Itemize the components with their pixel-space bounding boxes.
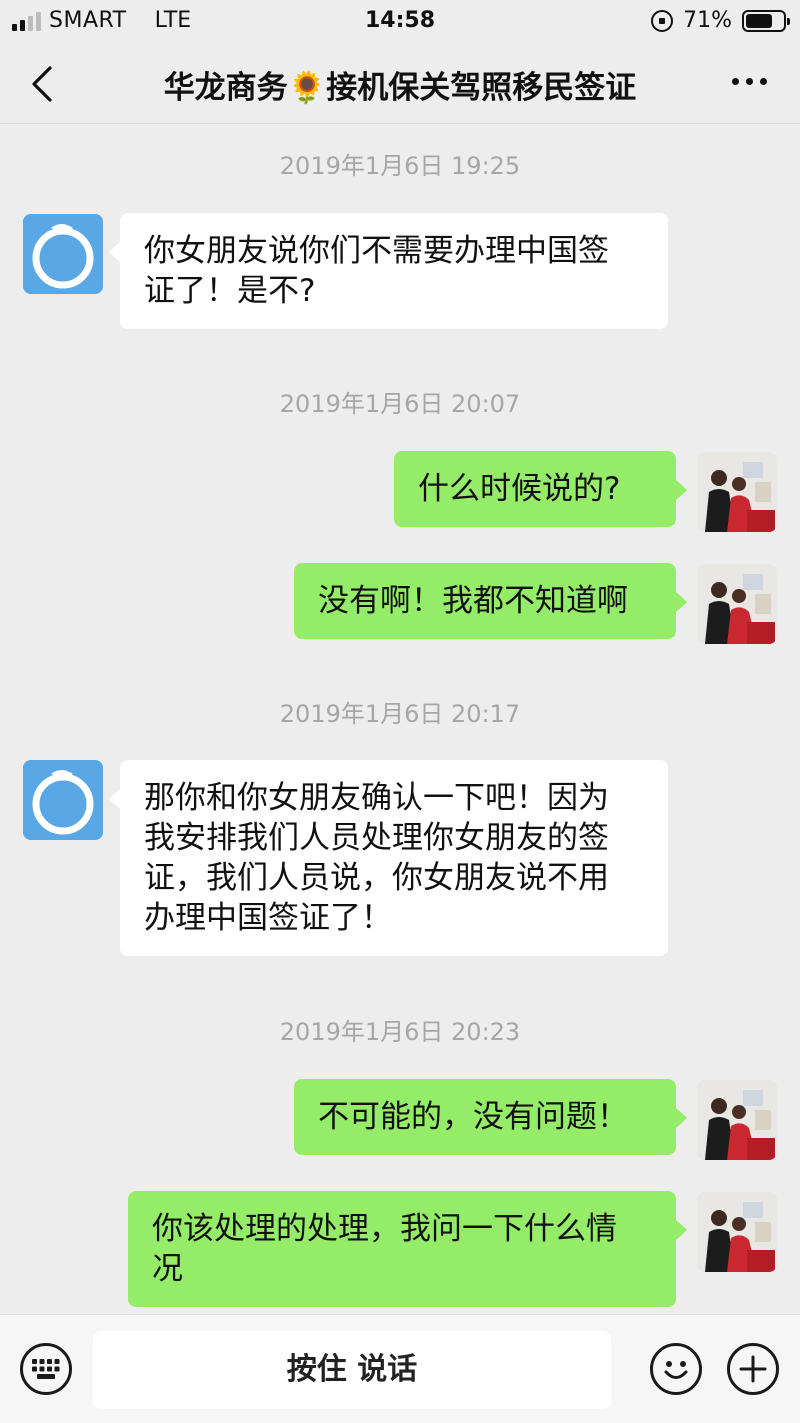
- more-button[interactable]: [724, 66, 774, 96]
- wedding-photo-icon: [697, 452, 777, 532]
- my-avatar[interactable]: [697, 1080, 777, 1160]
- emoji-button[interactable]: [650, 1343, 702, 1395]
- battery-icon: [742, 9, 790, 32]
- dragon-logo-icon: [23, 760, 103, 840]
- message-timestamp: 2019年1月6日 20:17: [279, 700, 521, 728]
- message-timestamp: 2019年1月6日 19:25: [279, 152, 521, 180]
- contact-avatar[interactable]: [23, 214, 103, 294]
- message-line: 那你和你女朋友确认一下吧！因为: [144, 780, 609, 816]
- plus-icon: [739, 1355, 767, 1383]
- message-list[interactable]: 2019年1月6日 19:25 你女朋友说你们不需要办理中国签 证了！是不? 2…: [0, 124, 800, 1314]
- keyboard-icon: [32, 1359, 60, 1379]
- outgoing-message[interactable]: 不可能的，没有问题！: [294, 1079, 687, 1155]
- message-line: 办理中国签证了！: [144, 900, 392, 936]
- message-line: 你女朋友说你们不需要办理中国签: [144, 233, 609, 269]
- message-line: 证了！是不?: [144, 273, 316, 309]
- keyboard-toggle-button[interactable]: [20, 1343, 72, 1395]
- input-bar: 按住 说话: [0, 1314, 800, 1423]
- my-avatar[interactable]: [697, 1192, 777, 1272]
- wedding-photo-icon: [697, 1192, 777, 1272]
- contact-avatar[interactable]: [23, 760, 103, 840]
- wedding-photo-icon: [697, 1080, 777, 1160]
- message-line: 我安排我们人员处理你女朋友的签: [144, 820, 609, 856]
- message-line: 你该处理的处理，我问一下什么情: [152, 1211, 617, 1247]
- wedding-photo-icon: [697, 564, 777, 644]
- message-line: 什么时候说的?: [418, 471, 621, 507]
- message-timestamp: 2019年1月6日 20:23: [279, 1018, 521, 1046]
- my-avatar[interactable]: [697, 452, 777, 532]
- emoji-icon: [664, 1361, 688, 1379]
- incoming-message[interactable]: 那你和你女朋友确认一下吧！因为 我安排我们人员处理你女朋友的签 证，我们人员说，…: [109, 760, 668, 956]
- message-timestamp: 2019年1月6日 20:07: [279, 390, 521, 418]
- my-avatar[interactable]: [697, 564, 777, 644]
- battery-level-fill: [746, 13, 772, 28]
- battery-percent: 71%: [683, 8, 732, 33]
- message-line: 没有啊！我都不知道啊: [318, 583, 628, 619]
- chevron-left-icon: [32, 66, 52, 102]
- orientation-lock-icon: [651, 9, 674, 32]
- chat-header: 华龙商务🌻接机保关驾照移民签证: [0, 42, 800, 124]
- incoming-message[interactable]: 你女朋友说你们不需要办理中国签 证了！是不?: [109, 213, 668, 329]
- message-line: 不可能的，没有问题！: [318, 1099, 628, 1135]
- outgoing-message[interactable]: 什么时候说的?: [394, 451, 687, 527]
- chat-title: 华龙商务🌻接机保关驾照移民签证: [163, 70, 637, 106]
- outgoing-message[interactable]: 你该处理的处理，我问一下什么情 况: [128, 1191, 687, 1307]
- dragon-logo-icon: [23, 214, 103, 294]
- status-bar: SMART LTE 14:58 71%: [0, 0, 800, 42]
- status-right: 71%: [651, 8, 790, 33]
- outgoing-message[interactable]: 没有啊！我都不知道啊: [294, 563, 687, 639]
- hold-to-talk-button[interactable]: 按住 说话: [93, 1331, 611, 1409]
- back-button[interactable]: [28, 64, 58, 104]
- more-dots-icon: [731, 77, 739, 85]
- message-line: 证，我们人员说，你女朋友说不用: [144, 860, 609, 896]
- more-actions-button[interactable]: [727, 1343, 779, 1395]
- message-line: 况: [152, 1251, 183, 1287]
